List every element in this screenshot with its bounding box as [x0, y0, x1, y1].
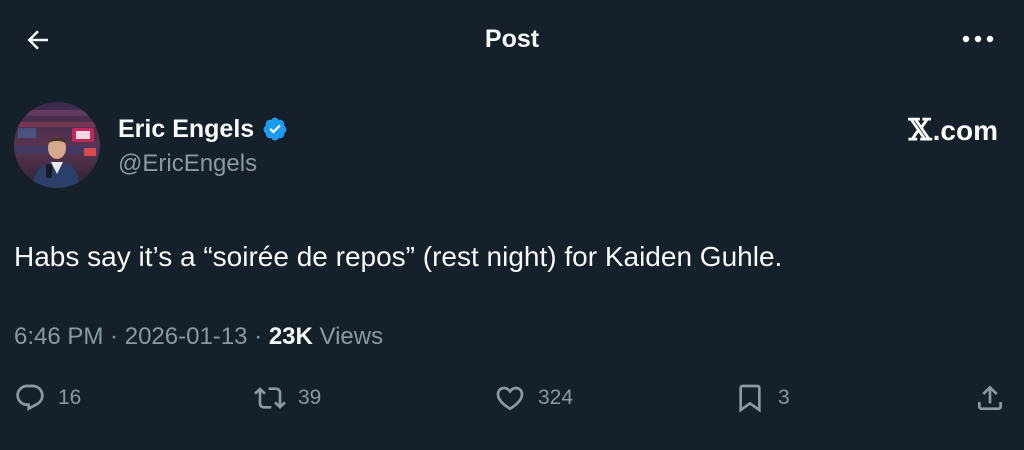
bookmark-button[interactable]: 3	[734, 376, 790, 420]
more-options-button[interactable]	[956, 22, 1000, 56]
post-time[interactable]: 6:46 PM	[14, 323, 103, 350]
post-metadata: 6:46 PM · 2026-01-13 · 23K Views	[14, 320, 383, 354]
repost-button[interactable]: 39	[254, 376, 321, 420]
verified-badge-icon[interactable]	[262, 116, 288, 142]
bookmark-icon	[739, 384, 761, 413]
more-horizontal-icon	[962, 35, 994, 43]
post-date[interactable]: 2026-01-13	[125, 323, 248, 350]
like-count: 324	[538, 386, 574, 409]
views-count[interactable]: 23K	[269, 323, 313, 350]
views-label: Views	[319, 323, 384, 350]
x-com-watermark: 𝕏 .com	[908, 114, 998, 148]
top-bar: Post	[0, 0, 1024, 78]
x-logo-icon: 𝕏	[908, 113, 932, 148]
reply-count: 16	[58, 386, 82, 409]
brand-suffix: .com	[932, 115, 998, 146]
share-button[interactable]	[974, 376, 1006, 420]
meta-separator: ·	[103, 323, 125, 350]
action-bar: 16 39 324 3	[0, 376, 1024, 420]
author-name[interactable]: Eric Engels	[118, 113, 254, 145]
page-title: Post	[484, 25, 540, 53]
heart-icon	[496, 386, 524, 411]
reply-icon	[16, 384, 44, 411]
arrow-left-icon	[27, 30, 48, 50]
author-handle[interactable]: @EricEngels	[118, 148, 257, 180]
repost-icon	[254, 387, 286, 409]
repost-count: 39	[298, 386, 322, 409]
avatar-image	[14, 102, 100, 188]
avatar[interactable]	[14, 102, 100, 188]
back-button[interactable]	[20, 22, 56, 58]
bookmark-count: 3	[778, 386, 790, 409]
post-text: Habs say it’s a “soirée de repos” (rest …	[14, 241, 783, 272]
meta-separator: ·	[247, 323, 269, 350]
author-name-row[interactable]: Eric Engels	[118, 113, 288, 145]
like-button[interactable]: 324	[494, 376, 573, 420]
reply-button[interactable]: 16	[14, 376, 81, 420]
share-icon	[978, 385, 1002, 410]
